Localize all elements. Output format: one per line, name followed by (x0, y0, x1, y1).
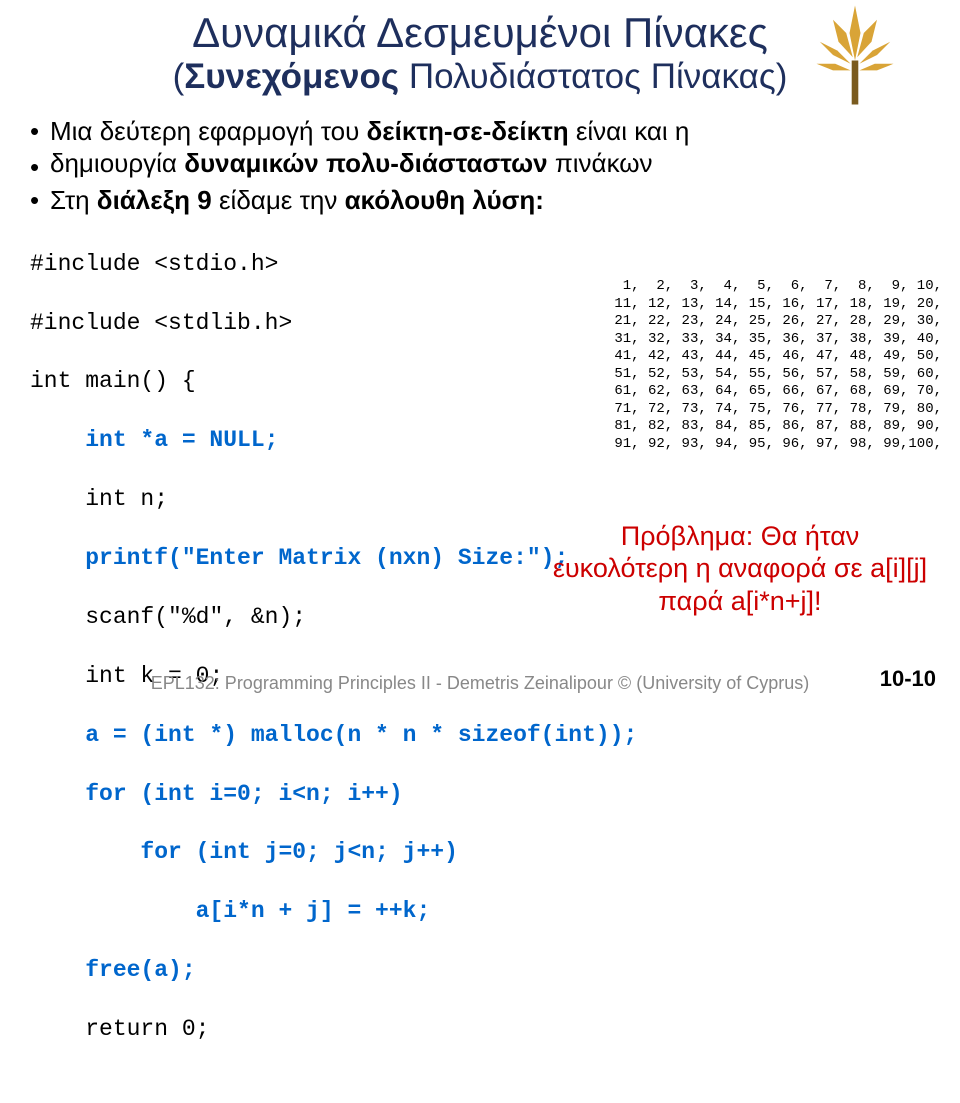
bullet1-text-b: δείκτη-σε-δείκτη (367, 116, 569, 146)
bullet2-c: είδαμε την (219, 185, 345, 215)
code-line-12: a[i*n + j] = ++k; (30, 897, 930, 926)
slide-footer: EPL132: Programming Principles II - Deme… (0, 673, 960, 694)
subtitle-bold: Συνεχόμενος (184, 57, 399, 96)
slide-title: Δυναμικά Δεσμευμένοι Πίνακες (30, 10, 930, 56)
bullet2-b: διάλεξη 9 (97, 185, 219, 215)
code-line-11: for (int j=0; j<n; j++) (30, 838, 930, 867)
code-line-1: #include <stdio.h> (30, 250, 930, 279)
bullet1-text-a: Μια δεύτερη εφαρμογή του (50, 116, 367, 146)
subtitle-open: ( (173, 57, 185, 96)
bullet1-line2-c: πινάκων (548, 148, 653, 178)
problem-callout: Πρόβλημα: Θα ήταν ευκολότερη η αναφορά σ… (550, 520, 930, 617)
slide-subtitle: (Συνεχόμενος Πολυδιάστατος Πίνακας) (30, 58, 930, 97)
code-line-13: free(a); (30, 956, 930, 985)
bullet1-text-c: είναι και η (569, 116, 690, 146)
bullet1-line2-a: δημιουργία (50, 148, 184, 178)
code-line-14: return 0; (30, 1015, 930, 1044)
slide-number: 10-10 (880, 666, 936, 692)
code-line-5: int n; (30, 485, 930, 514)
bullet-2: Στη διάλεξη 9 είδαμε την ακόλουθη λύση: (30, 184, 930, 217)
bullet1-line2-b: δυναμικών πολυ-διάσταστων (184, 148, 547, 178)
code-line-10: for (int i=0; i<n; i++) (30, 780, 930, 809)
bullet1-line2: δημιουργία δυναμικών πολυ-διάσταστων πιν… (30, 147, 930, 180)
bullet-1: Μια δεύτερη εφαρμογή του δείκτη-σε-δείκτ… (30, 115, 930, 148)
output-matrix: 1, 2, 3, 4, 5, 6, 7, 8, 9, 10, 11, 12, 1… (614, 278, 942, 453)
bullet2-a: Στη (50, 185, 97, 215)
bullet2-d: ακόλουθη λύση: (345, 185, 544, 215)
code-line-9: a = (int *) malloc(n * n * sizeof(int)); (30, 721, 930, 750)
subtitle-rest: Πολυδιάστατος Πίνακας) (399, 57, 787, 96)
